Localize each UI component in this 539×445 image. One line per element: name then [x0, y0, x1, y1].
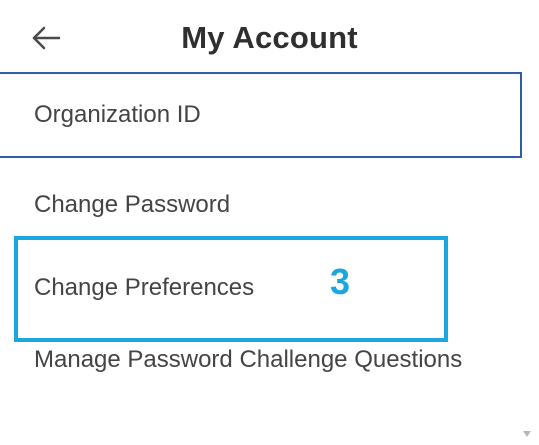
menu-item-label: Organization ID	[34, 101, 201, 128]
step-number: 3	[330, 261, 351, 302]
menu-item-label: Change Password	[34, 191, 231, 218]
page-title: My Account	[181, 20, 358, 55]
menu-item-label: Manage Password Challenge Questions	[34, 346, 463, 373]
app-header: My Account	[0, 0, 539, 74]
menu-item-change-preferences[interactable]: Change Preferences	[0, 266, 522, 310]
menu-item-change-password[interactable]: Change Password	[0, 184, 522, 226]
menu-item-organization-id[interactable]: Organization ID	[0, 72, 522, 158]
account-menu: Organization ID Change Password Change P…	[0, 72, 539, 445]
menu-item-label: Change Preferences	[34, 274, 255, 301]
scroll-down-indicator-icon[interactable]	[523, 431, 531, 437]
menu-item-manage-challenge-questions[interactable]: Manage Password Challenge Questions	[0, 338, 480, 422]
